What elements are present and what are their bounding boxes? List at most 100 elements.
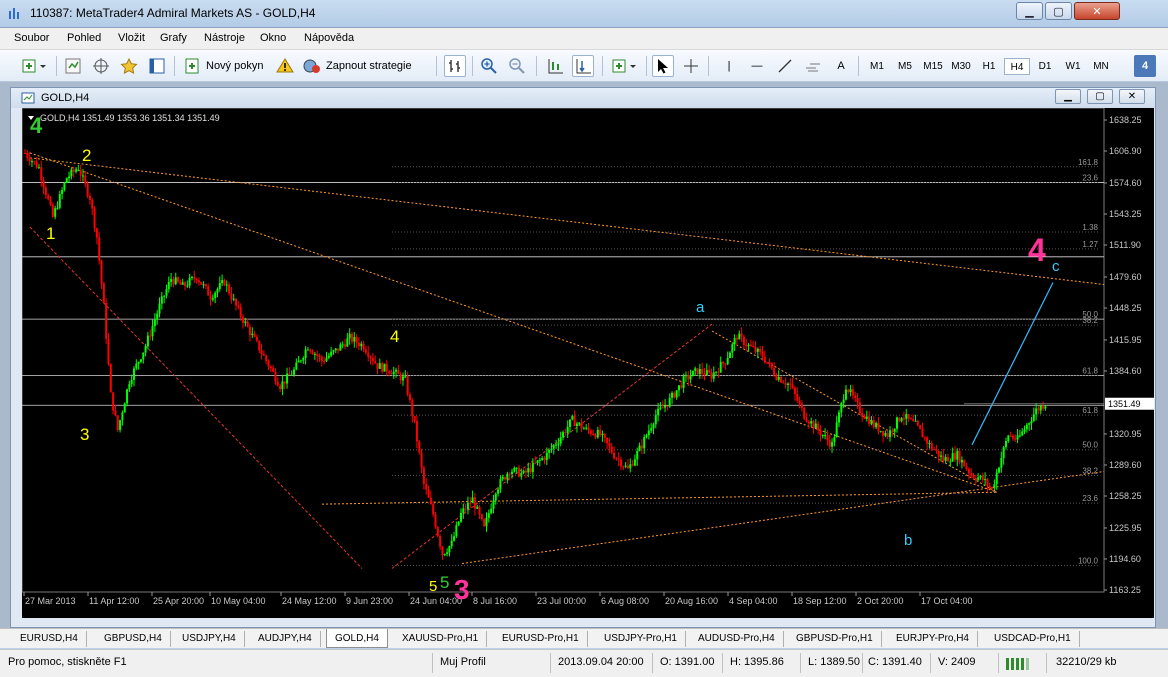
- candle-body: [276, 381, 279, 386]
- wave-label: 5: [440, 573, 449, 592]
- x-axis-label: 11 Apr 12:00: [89, 596, 139, 606]
- cursor-icon[interactable]: [652, 55, 674, 77]
- text-tool[interactable]: A: [830, 55, 852, 77]
- vertical-line-tool[interactable]: |: [718, 55, 740, 77]
- timeframe-d1[interactable]: D1: [1032, 58, 1058, 75]
- navigator-icon[interactable]: [90, 55, 112, 77]
- horizontal-line-tool[interactable]: —: [746, 55, 768, 77]
- symbol-tab-gbpusd-pro-h1[interactable]: GBPUSD-Pro,H1: [788, 631, 882, 647]
- candle-body: [504, 477, 507, 480]
- terminal-icon[interactable]: [146, 55, 168, 77]
- candle-body: [42, 179, 45, 188]
- menu-nastroje[interactable]: Nástroje: [204, 32, 245, 44]
- symbol-tab-usdcad-pro-h1[interactable]: USDCAD-Pro,H1: [986, 631, 1080, 647]
- new-order-button[interactable]: Nový pokyn: [184, 55, 270, 77]
- symbol-tab-usdjpy-h4[interactable]: USDJPY,H4: [174, 631, 245, 647]
- candle-body: [940, 455, 943, 457]
- alert-icon[interactable]: [274, 55, 296, 77]
- chart-close-button[interactable]: ✕: [1119, 89, 1145, 104]
- symbol-tab-gold-h4[interactable]: GOLD,H4: [326, 629, 388, 648]
- candle-body: [327, 355, 330, 358]
- timeframe-w1[interactable]: W1: [1060, 58, 1086, 75]
- y-axis-label: 1384.60: [1109, 366, 1142, 376]
- symbol-tab-eurusd-pro-h1[interactable]: EURUSD-Pro,H1: [494, 631, 588, 647]
- candle-body: [211, 298, 214, 300]
- symbol-tab-eurjpy-pro-h4[interactable]: EURJPY-Pro,H4: [888, 631, 978, 647]
- timeframe-h4[interactable]: H4: [1004, 58, 1030, 75]
- trendline-tool-icon[interactable]: [774, 55, 796, 77]
- crosshair-icon[interactable]: [680, 55, 702, 77]
- menu-okno[interactable]: Okno: [260, 32, 286, 44]
- wave-label: b: [904, 532, 912, 549]
- candle-body: [297, 360, 300, 363]
- autoscroll-icon[interactable]: [572, 55, 594, 77]
- timeframe-h1[interactable]: H1: [976, 58, 1002, 75]
- timeframe-m30[interactable]: M30: [948, 58, 974, 75]
- price-chart[interactable]: 161.8 23.6 1.38 1.27 50.0 38.2 61.8 61.8 50.0 38.…: [22, 108, 1154, 618]
- chart-canvas[interactable]: 161.823.61.381.2750.038.261.861.850.038.…: [22, 108, 1154, 618]
- zoom-out-icon[interactable]: [506, 55, 528, 77]
- menu-grafy[interactable]: Grafy: [160, 32, 187, 44]
- candle-body: [691, 370, 694, 377]
- chart-minimize-button[interactable]: ▁: [1055, 89, 1081, 104]
- chart-shift-icon[interactable]: [544, 55, 566, 77]
- status-high: H: 1395.86: [730, 656, 784, 668]
- candle-body: [497, 489, 500, 494]
- fib-level-label: 23.6: [1082, 174, 1098, 183]
- candle-body: [478, 506, 481, 515]
- market-watch-icon[interactable]: [62, 55, 84, 77]
- candle-body: [654, 415, 657, 425]
- chart-window-title: GOLD,H4: [41, 92, 90, 104]
- symbol-tab-eurusd-h4[interactable]: EURUSD,H4: [12, 631, 87, 647]
- bar-chart-icon[interactable]: [444, 55, 466, 77]
- symbol-tab-xauusd-pro-h1[interactable]: XAUUSD-Pro,H1: [394, 631, 488, 647]
- autotrading-button[interactable]: Zapnout strategie: [302, 55, 424, 77]
- close-button[interactable]: ✕: [1074, 2, 1120, 20]
- x-axis-label: 10 May 04:00: [211, 596, 266, 606]
- minimize-button[interactable]: ▁: [1016, 2, 1043, 20]
- indicators-icon[interactable]: [610, 55, 640, 77]
- candle-body: [773, 368, 776, 376]
- menu-vlozit[interactable]: Vložit: [118, 32, 145, 44]
- favorites-icon[interactable]: [118, 55, 140, 77]
- zoom-in-icon[interactable]: [478, 55, 500, 77]
- candle-body: [789, 383, 792, 385]
- candle-body: [223, 280, 226, 286]
- symbol-tab-audjpy-h4[interactable]: AUDJPY,H4: [250, 631, 321, 647]
- trendline: [711, 330, 998, 493]
- timeframe-mn[interactable]: MN: [1088, 58, 1114, 75]
- candle-body: [703, 373, 706, 376]
- candle-body: [390, 373, 393, 375]
- timeframe-m1[interactable]: M1: [864, 58, 890, 75]
- maximize-button[interactable]: ▢: [1045, 2, 1072, 20]
- symbol-tab-usdjpy-pro-h1[interactable]: USDJPY-Pro,H1: [596, 631, 686, 647]
- candle-body: [624, 465, 627, 467]
- symbol-tab-audusd-pro-h4[interactable]: AUDUSD-Pro,H4: [690, 631, 784, 647]
- new-chart-icon[interactable]: [18, 55, 52, 77]
- candle-body: [555, 444, 558, 446]
- wave-label: 3: [80, 425, 89, 444]
- candle-body: [926, 437, 929, 444]
- wave-label: 3: [454, 574, 470, 605]
- candle-body: [434, 514, 437, 528]
- candle-body: [752, 346, 755, 348]
- candle-body: [485, 517, 488, 527]
- status-datetime: 2013.09.04 20:00: [558, 656, 644, 668]
- notification-badge[interactable]: 4: [1134, 55, 1156, 77]
- menu-napoveda[interactable]: Nápověda: [304, 32, 354, 44]
- chart-maximize-button[interactable]: ▢: [1087, 89, 1113, 104]
- timeframe-m15[interactable]: M15: [920, 58, 946, 75]
- candle-body: [710, 372, 713, 379]
- candle-body: [415, 420, 418, 442]
- symbol-tab-gbpusd-h4[interactable]: GBPUSD,H4: [96, 631, 171, 647]
- candle-body: [909, 418, 912, 420]
- channel-tool-icon[interactable]: [802, 55, 824, 77]
- y-axis-label: 1415.95: [1109, 335, 1142, 345]
- timeframe-m5[interactable]: M5: [892, 58, 918, 75]
- menu-pohled[interactable]: Pohled: [67, 32, 101, 44]
- autotrading-icon: [303, 59, 320, 73]
- candle-body: [1030, 420, 1033, 424]
- menu-soubor[interactable]: Soubor: [14, 32, 49, 44]
- candle-body: [589, 430, 592, 434]
- candle-body: [188, 277, 191, 286]
